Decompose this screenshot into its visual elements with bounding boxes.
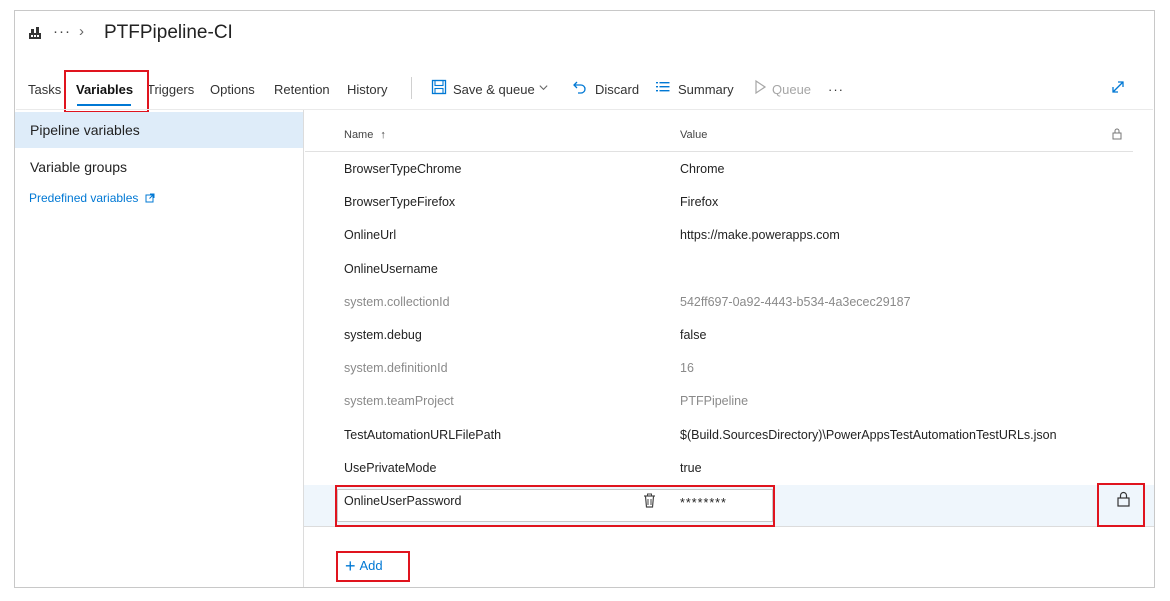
sort-ascending-icon: ↑ <box>380 129 386 141</box>
variable-name-cell[interactable]: system.teamProject <box>344 394 454 408</box>
breadcrumb-chevron-icon: › <box>79 23 84 40</box>
variable-value-cell[interactable]: true <box>680 461 702 475</box>
tab-triggers[interactable]: Triggers <box>147 82 194 97</box>
name-column-header[interactable]: Name ↑ <box>344 129 386 141</box>
variable-value-cell[interactable]: https://make.powerapps.com <box>680 228 840 242</box>
tab-options[interactable]: Options <box>210 82 255 97</box>
variable-name-cell[interactable]: system.debug <box>344 328 422 342</box>
variable-value-cell[interactable]: PTFPipeline <box>680 394 748 408</box>
active-tab-indicator <box>77 104 131 106</box>
grid-header-divider <box>305 151 1133 152</box>
tab-tasks[interactable]: Tasks <box>28 82 61 97</box>
selected-row-divider <box>304 526 1154 527</box>
tab-variables[interactable]: Variables <box>76 82 133 97</box>
discard-label: Discard <box>595 82 640 97</box>
variable-name-cell[interactable]: BrowserTypeChrome <box>344 162 461 176</box>
more-actions-button[interactable]: ··· <box>828 82 844 97</box>
page-title: PTFPipeline-CI <box>104 22 233 43</box>
tab-history[interactable]: History <box>347 82 387 97</box>
external-link-icon <box>145 193 155 203</box>
variable-value-cell[interactable]: $(Build.SourcesDirectory)\PowerAppsTestA… <box>680 428 1057 442</box>
pipeline-editor: ··· › PTFPipeline-CI Tasks Variables Tri… <box>14 10 1155 588</box>
queue-label: Queue <box>772 82 812 97</box>
variable-name-field[interactable]: OnlineUserPassword <box>344 494 461 508</box>
variable-value-cell[interactable]: 16 <box>680 361 694 375</box>
variable-name-cell[interactable]: system.collectionId <box>344 295 450 309</box>
add-variable-button[interactable]: + Add <box>345 556 383 577</box>
variable-value-field[interactable]: ******** <box>680 496 727 510</box>
variable-name-cell[interactable]: system.definitionId <box>344 361 448 375</box>
undo-icon <box>573 81 586 94</box>
variable-name-cell[interactable]: TestAutomationURLFilePath <box>344 428 501 442</box>
name-header-label: Name <box>344 129 374 141</box>
save-icon <box>431 79 447 95</box>
play-icon <box>755 79 767 95</box>
variable-value-cell[interactable]: Chrome <box>680 162 724 176</box>
delete-icon[interactable] <box>643 493 656 508</box>
sidebar-item-variable-groups[interactable]: Variable groups <box>15 149 303 185</box>
predefined-variables-link[interactable]: Predefined variables <box>29 191 155 205</box>
lock-icon[interactable] <box>1117 491 1130 507</box>
breadcrumb-more-button[interactable]: ··· <box>53 23 71 40</box>
variable-name-cell[interactable]: OnlineUrl <box>344 228 396 242</box>
variable-name-cell[interactable]: OnlineUsername <box>344 262 438 276</box>
plus-icon: + <box>345 556 356 576</box>
variable-name-cell[interactable]: UsePrivateMode <box>344 461 436 475</box>
predefined-variables-label: Predefined variables <box>29 191 139 205</box>
variables-sidebar: Pipeline variables Variable groups <box>15 110 304 587</box>
toolbar-divider <box>411 77 412 99</box>
sidebar-item-pipeline-variables[interactable]: Pipeline variables <box>15 112 303 148</box>
variable-value-cell[interactable]: Firefox <box>680 195 718 209</box>
variable-value-cell[interactable]: false <box>680 328 706 342</box>
list-icon <box>656 82 670 92</box>
tab-retention[interactable]: Retention <box>274 82 330 97</box>
summary-label: Summary <box>678 82 734 97</box>
lock-column-icon <box>1112 128 1122 140</box>
build-pipeline-icon <box>29 27 41 39</box>
chevron-down-icon <box>539 85 548 91</box>
add-label: Add <box>359 558 383 573</box>
variable-value-cell[interactable]: 542ff697-0a92-4443-b534-4a3ecec29187 <box>680 295 911 309</box>
save-queue-label: Save & queue <box>453 82 535 97</box>
expand-icon[interactable] <box>1111 80 1125 94</box>
variable-name-cell[interactable]: BrowserTypeFirefox <box>344 195 455 209</box>
value-column-header: Value <box>680 129 708 141</box>
